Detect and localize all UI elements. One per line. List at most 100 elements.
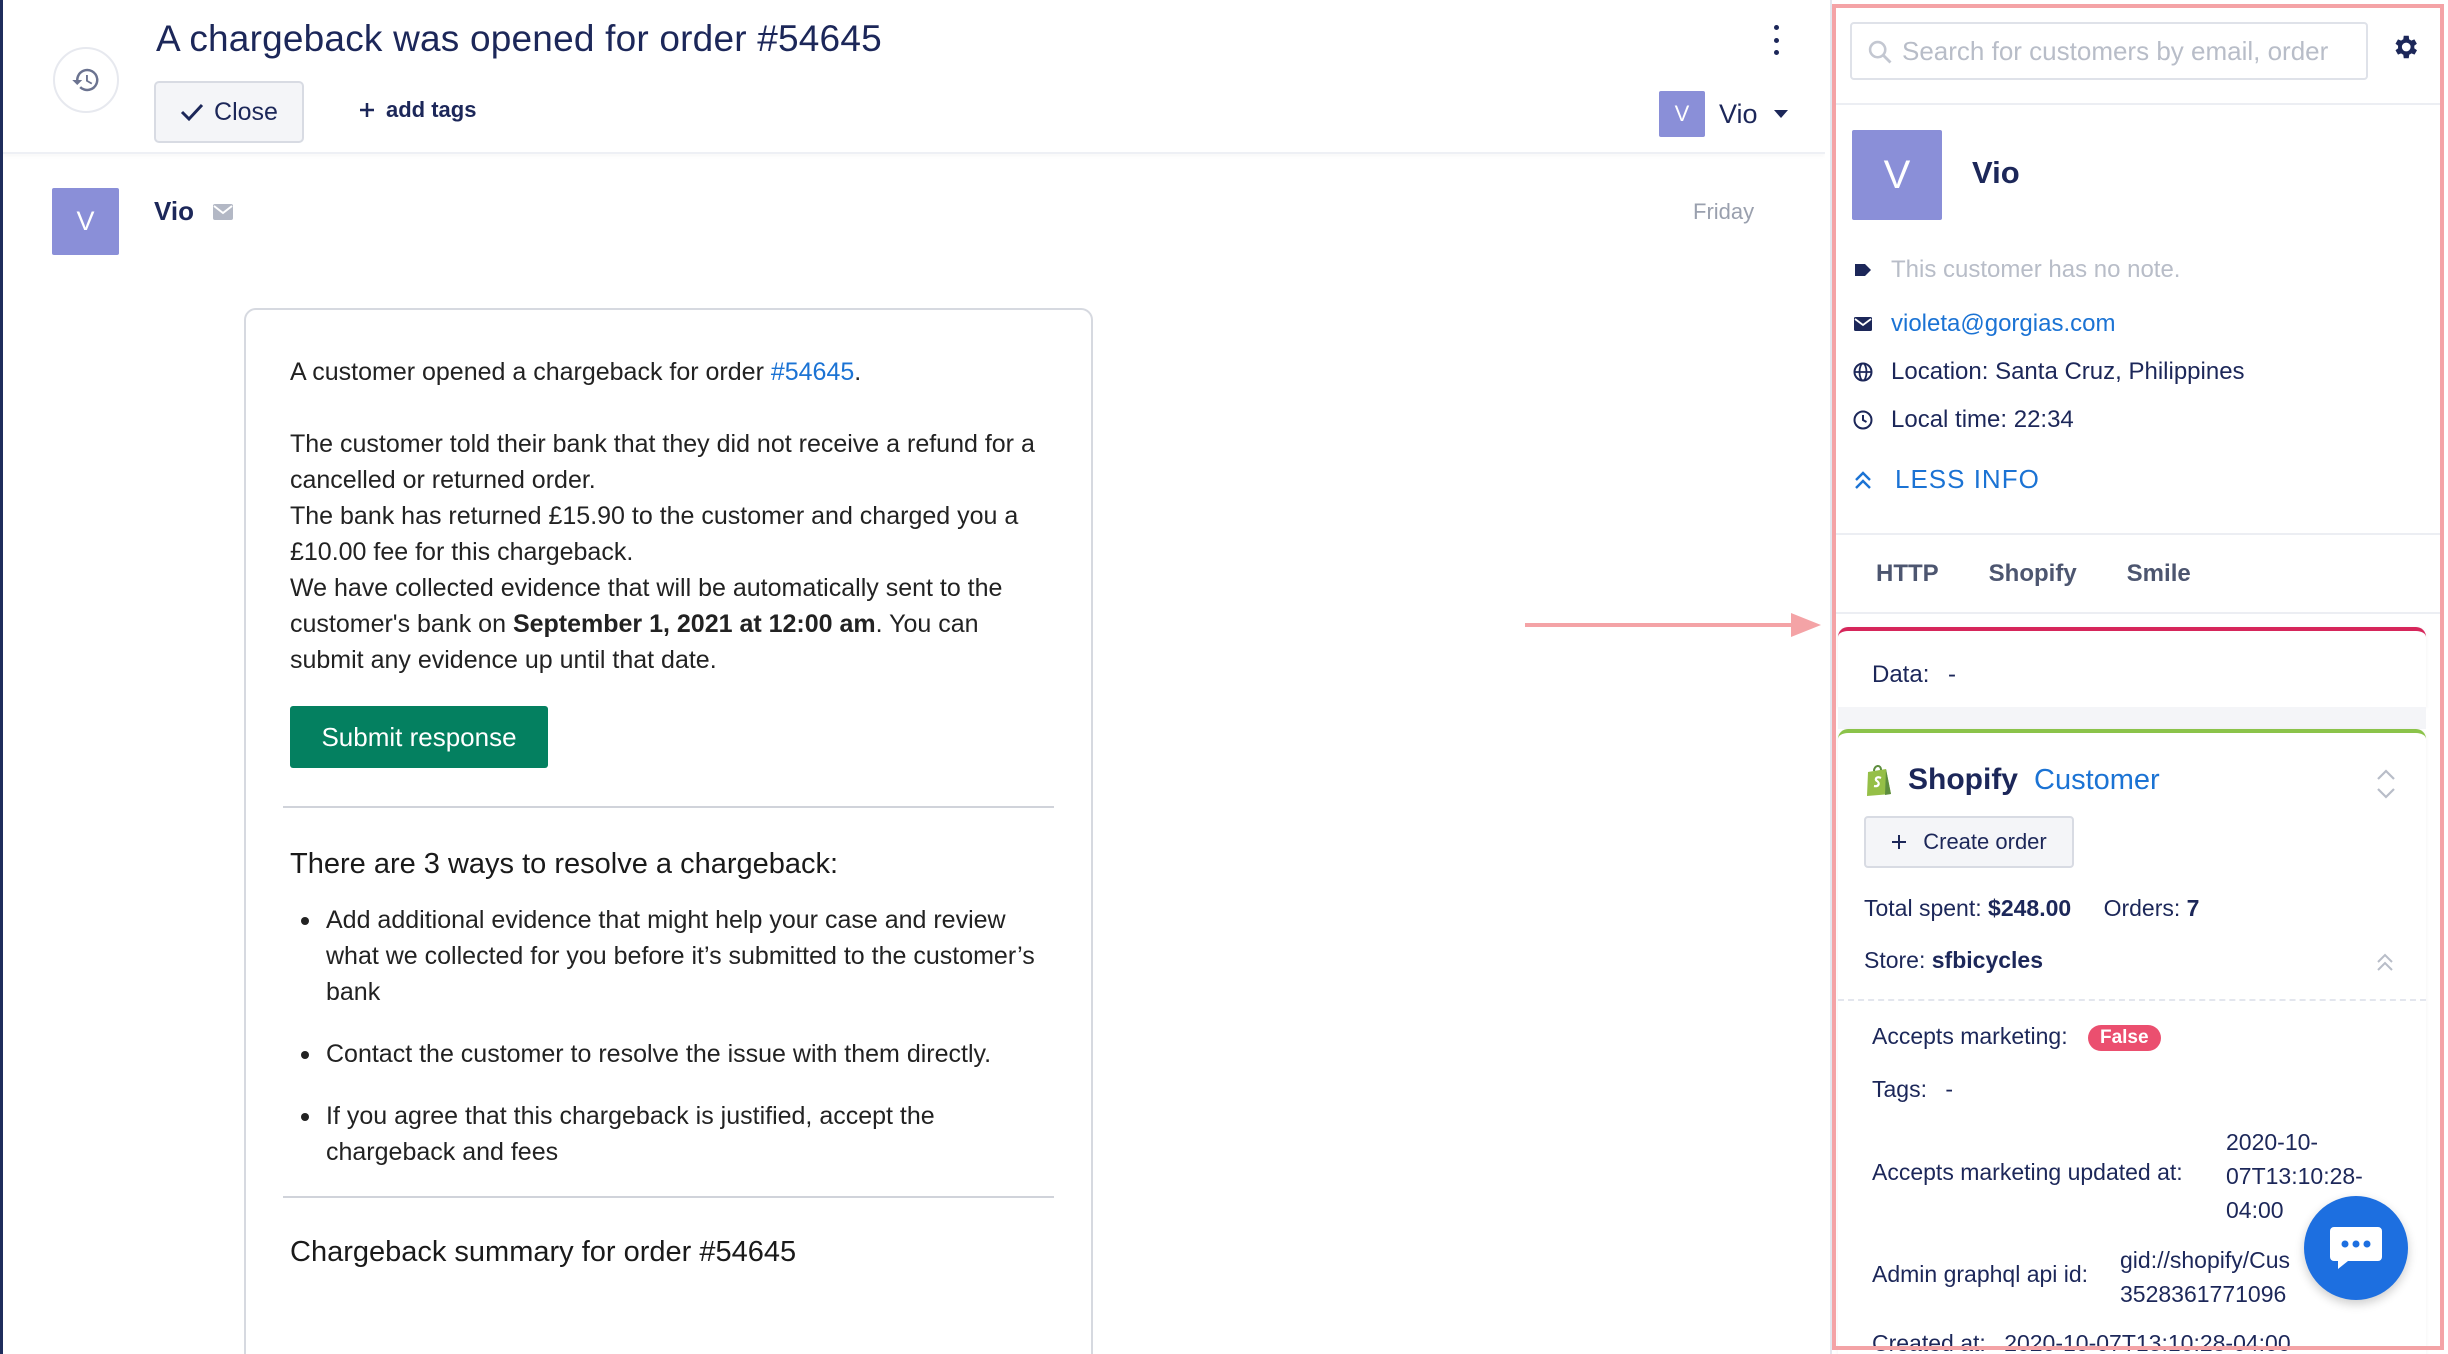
shopify-bag-icon bbox=[1867, 765, 1891, 796]
customer-search-input[interactable] bbox=[1902, 35, 2362, 67]
customer-avatar: V bbox=[1852, 130, 1942, 220]
ticket-title: A chargeback was opened for order #54645 bbox=[156, 18, 882, 59]
evidence-deadline: September 1, 2021 at 12:00 am bbox=[512, 610, 876, 638]
total-spent: Total spent: $248.00 Orders: 7 bbox=[1864, 895, 2199, 922]
intro-pre: A customer opened a chargeback for order bbox=[290, 358, 771, 386]
ticket-panel: A chargeback was opened for order #54645… bbox=[3, 0, 1825, 1354]
note-icon bbox=[1853, 260, 1873, 280]
ticket-header: A chargeback was opened for order #54645… bbox=[3, 0, 1825, 154]
shopify-header: Shopify Customer bbox=[1864, 763, 2160, 797]
store-label: Store: bbox=[1864, 947, 1926, 973]
http-data-value: - bbox=[1948, 661, 1957, 688]
customer-search[interactable] bbox=[1850, 22, 2368, 80]
created-label: Created at: bbox=[1872, 1330, 1986, 1354]
value-line: gid://shopify/Cus bbox=[2120, 1247, 2291, 1273]
close-ticket-label: Close bbox=[214, 97, 278, 126]
list-item: If you agree that this chargeback is jus… bbox=[301, 1098, 1047, 1170]
created-value: 2020-10-07T13:10:28-04:00 bbox=[2004, 1330, 2291, 1354]
reason-text: The customer told their bank that they d… bbox=[290, 430, 1035, 494]
shopify-customer-link[interactable]: Customer bbox=[2034, 764, 2160, 797]
customer-email-link[interactable]: violeta@gorgias.com bbox=[1891, 310, 2115, 338]
chat-launcher-button[interactable] bbox=[2304, 1196, 2408, 1300]
plus-icon bbox=[1892, 835, 1907, 849]
chevron-down-icon bbox=[1773, 110, 1788, 118]
admin-graphql-value: gid://shopify/Cus 3528361771096 bbox=[2120, 1243, 2290, 1311]
customer-local-time: Local time: 22:34 bbox=[1853, 406, 2074, 434]
value-line: 07T13:10:28- bbox=[2226, 1163, 2363, 1189]
chat-icon bbox=[2330, 1227, 2382, 1269]
divider bbox=[1838, 999, 2426, 1001]
http-data-label: Data: bbox=[1872, 661, 1930, 688]
customer-note[interactable]: This customer has no note. bbox=[1853, 256, 2180, 284]
divider bbox=[1832, 533, 2444, 535]
more-options-icon[interactable] bbox=[1766, 25, 1786, 55]
divider bbox=[1832, 612, 2444, 614]
message-date: Friday bbox=[1693, 199, 1755, 224]
email-icon bbox=[212, 203, 233, 220]
gear-icon[interactable] bbox=[2390, 32, 2420, 62]
create-order-button[interactable]: Create order bbox=[1864, 816, 2074, 868]
intro-post: . bbox=[854, 358, 862, 386]
tags-value: - bbox=[1945, 1076, 1954, 1102]
history-button[interactable] bbox=[53, 47, 119, 113]
created-at: Created at: 2020-10-07T13:10:28-04:00 bbox=[1872, 1330, 2291, 1354]
less-info-toggle[interactable]: LESS INFO bbox=[1853, 464, 2040, 495]
orders-value: 7 bbox=[2186, 895, 2200, 921]
http-data-row: Data: - bbox=[1872, 661, 1956, 689]
assignee-dropdown[interactable]: V Vio bbox=[1659, 91, 1788, 137]
submit-response-button[interactable]: Submit response bbox=[290, 706, 548, 768]
total-spent-value: $248.00 bbox=[1988, 895, 2072, 921]
arrow-right-icon bbox=[1525, 613, 1821, 637]
accepts-marketing-updated-label: Accepts marketing updated at: bbox=[1872, 1159, 2183, 1185]
sender-name: Vio bbox=[154, 196, 194, 226]
customer-location-text: Location: Santa Cruz, Philippines bbox=[1891, 358, 2245, 385]
value-line: 3528361771096 bbox=[2120, 1281, 2287, 1307]
customer-local-time-text: Local time: 22:34 bbox=[1891, 406, 2074, 433]
tags-label: Tags: bbox=[1872, 1076, 1927, 1102]
plus-icon bbox=[360, 103, 374, 117]
clock-icon bbox=[1853, 410, 1873, 430]
divider bbox=[1832, 103, 2444, 105]
customer-location: Location: Santa Cruz, Philippines bbox=[1853, 358, 2245, 386]
chargeback-message-card: A customer opened a chargeback for order… bbox=[244, 308, 1093, 1354]
integration-tabs: HTTP Shopify Smile bbox=[1876, 560, 2191, 588]
ways-heading: There are 3 ways to resolve a chargeback… bbox=[290, 848, 839, 880]
list-item: Contact the customer to resolve the issu… bbox=[301, 1036, 1047, 1072]
customer-email[interactable]: violeta@gorgias.com bbox=[1853, 310, 2115, 338]
summary-heading: Chargeback summary for order #54645 bbox=[290, 1236, 797, 1268]
ways-list: Add additional evidence that might help … bbox=[290, 902, 1047, 1170]
customer-note-text[interactable]: This customer has no note. bbox=[1891, 256, 2180, 284]
tab-http[interactable]: HTTP bbox=[1876, 560, 1939, 588]
email-icon bbox=[1853, 314, 1873, 334]
tab-shopify[interactable]: Shopify bbox=[1989, 560, 2077, 588]
widget-gap bbox=[1838, 707, 2426, 729]
assignee-avatar: V bbox=[1659, 91, 1705, 137]
admin-graphql-label: Admin graphql api id: bbox=[1872, 1261, 2089, 1287]
tab-smile[interactable]: Smile bbox=[2127, 560, 2191, 588]
shopify-title: Shopify bbox=[1908, 763, 2018, 796]
accepts-marketing: Accepts marketing: False bbox=[1872, 1023, 2161, 1051]
tags: Tags: - bbox=[1872, 1076, 1953, 1103]
assignee-name: Vio bbox=[1719, 98, 1758, 129]
chevron-double-up-icon bbox=[1855, 470, 1871, 489]
value-line: 2020-10- bbox=[2226, 1129, 2319, 1155]
orders-label: Orders: bbox=[2103, 895, 2181, 921]
sender-avatar: V bbox=[52, 188, 119, 255]
add-tags-button[interactable]: add tags bbox=[358, 97, 476, 123]
sort-handle-icon[interactable] bbox=[2374, 767, 2398, 801]
message-sender: Vio bbox=[154, 196, 234, 227]
close-ticket-button[interactable]: Close bbox=[154, 81, 304, 143]
add-tags-label: add tags bbox=[386, 97, 477, 122]
create-order-label: Create order bbox=[1923, 829, 2047, 854]
store-value: sfbicycles bbox=[1931, 947, 2044, 973]
less-info-label: LESS INFO bbox=[1895, 464, 2040, 494]
accepts-marketing-label: Accepts marketing: bbox=[1872, 1023, 2068, 1049]
refund-text: The bank has returned £15.90 to the cust… bbox=[290, 502, 1019, 566]
customer-name[interactable]: Vio bbox=[1972, 155, 2020, 191]
intro-text: A customer opened a chargeback for order… bbox=[290, 354, 1047, 390]
total-spent-label: Total spent: bbox=[1864, 895, 1982, 921]
chevron-double-up-icon[interactable] bbox=[2375, 951, 2395, 973]
divider bbox=[283, 1196, 1054, 1198]
order-link[interactable]: #54645 bbox=[771, 358, 854, 386]
divider bbox=[283, 806, 1054, 808]
